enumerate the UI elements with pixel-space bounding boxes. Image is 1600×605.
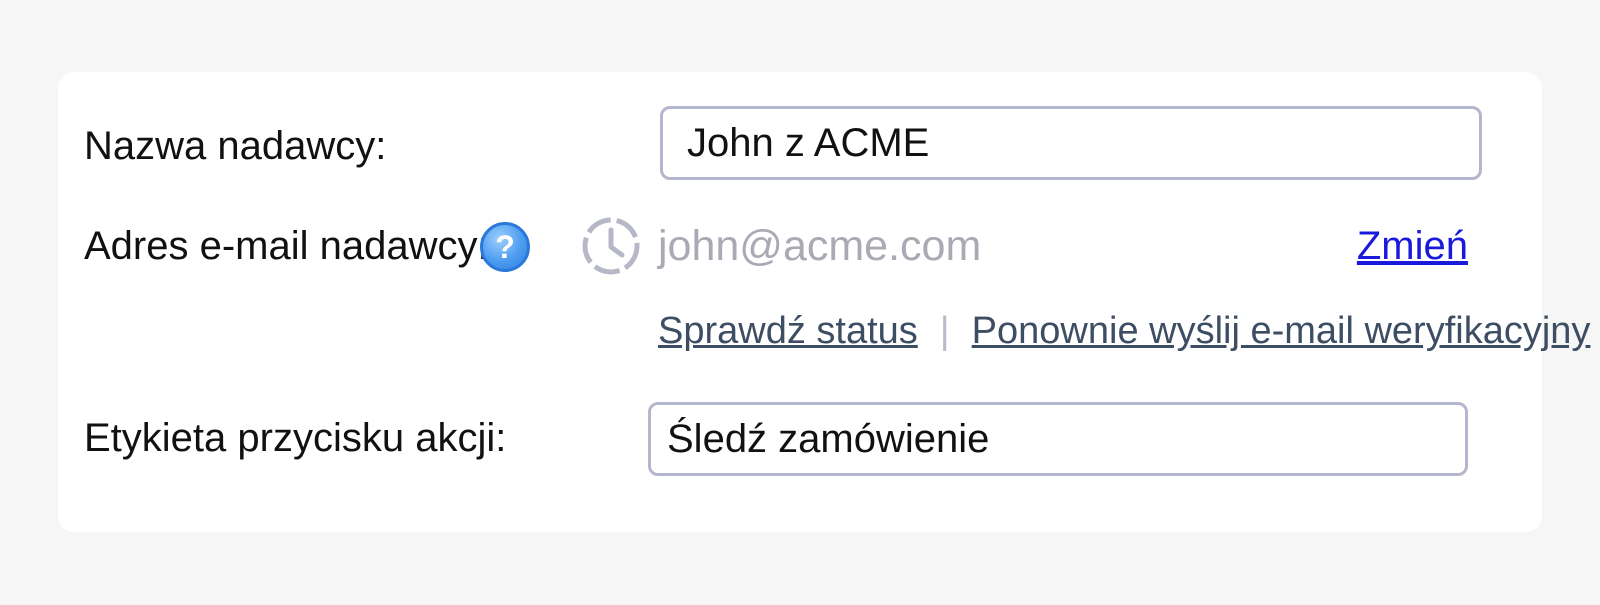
sender-email-label: Adres e-mail nadawcy: <box>84 224 489 268</box>
clock-icon <box>582 217 640 275</box>
change-email-link[interactable]: Zmień <box>1357 222 1468 270</box>
sender-settings-card: Nazwa nadawcy: Adres e-mail nadawcy: ? j… <box>58 72 1590 532</box>
sender-name-input[interactable] <box>660 106 1482 180</box>
check-status-link[interactable]: Sprawdź status <box>658 310 918 352</box>
help-icon[interactable]: ? <box>480 222 530 272</box>
action-button-label-label: Etykieta przycisku akcji: <box>84 416 507 460</box>
sender-name-label: Nazwa nadawcy: <box>84 124 387 168</box>
email-verification-actions: Sprawdź status | Ponownie wyślij e-mail we… <box>658 308 1590 354</box>
action-button-label-input[interactable] <box>648 402 1468 476</box>
link-separator: | <box>939 310 950 352</box>
sender-email-value: john@acme.com <box>658 222 982 270</box>
resend-verification-link[interactable]: Ponownie wyślij e-mail weryfikacyjny <box>972 310 1591 352</box>
